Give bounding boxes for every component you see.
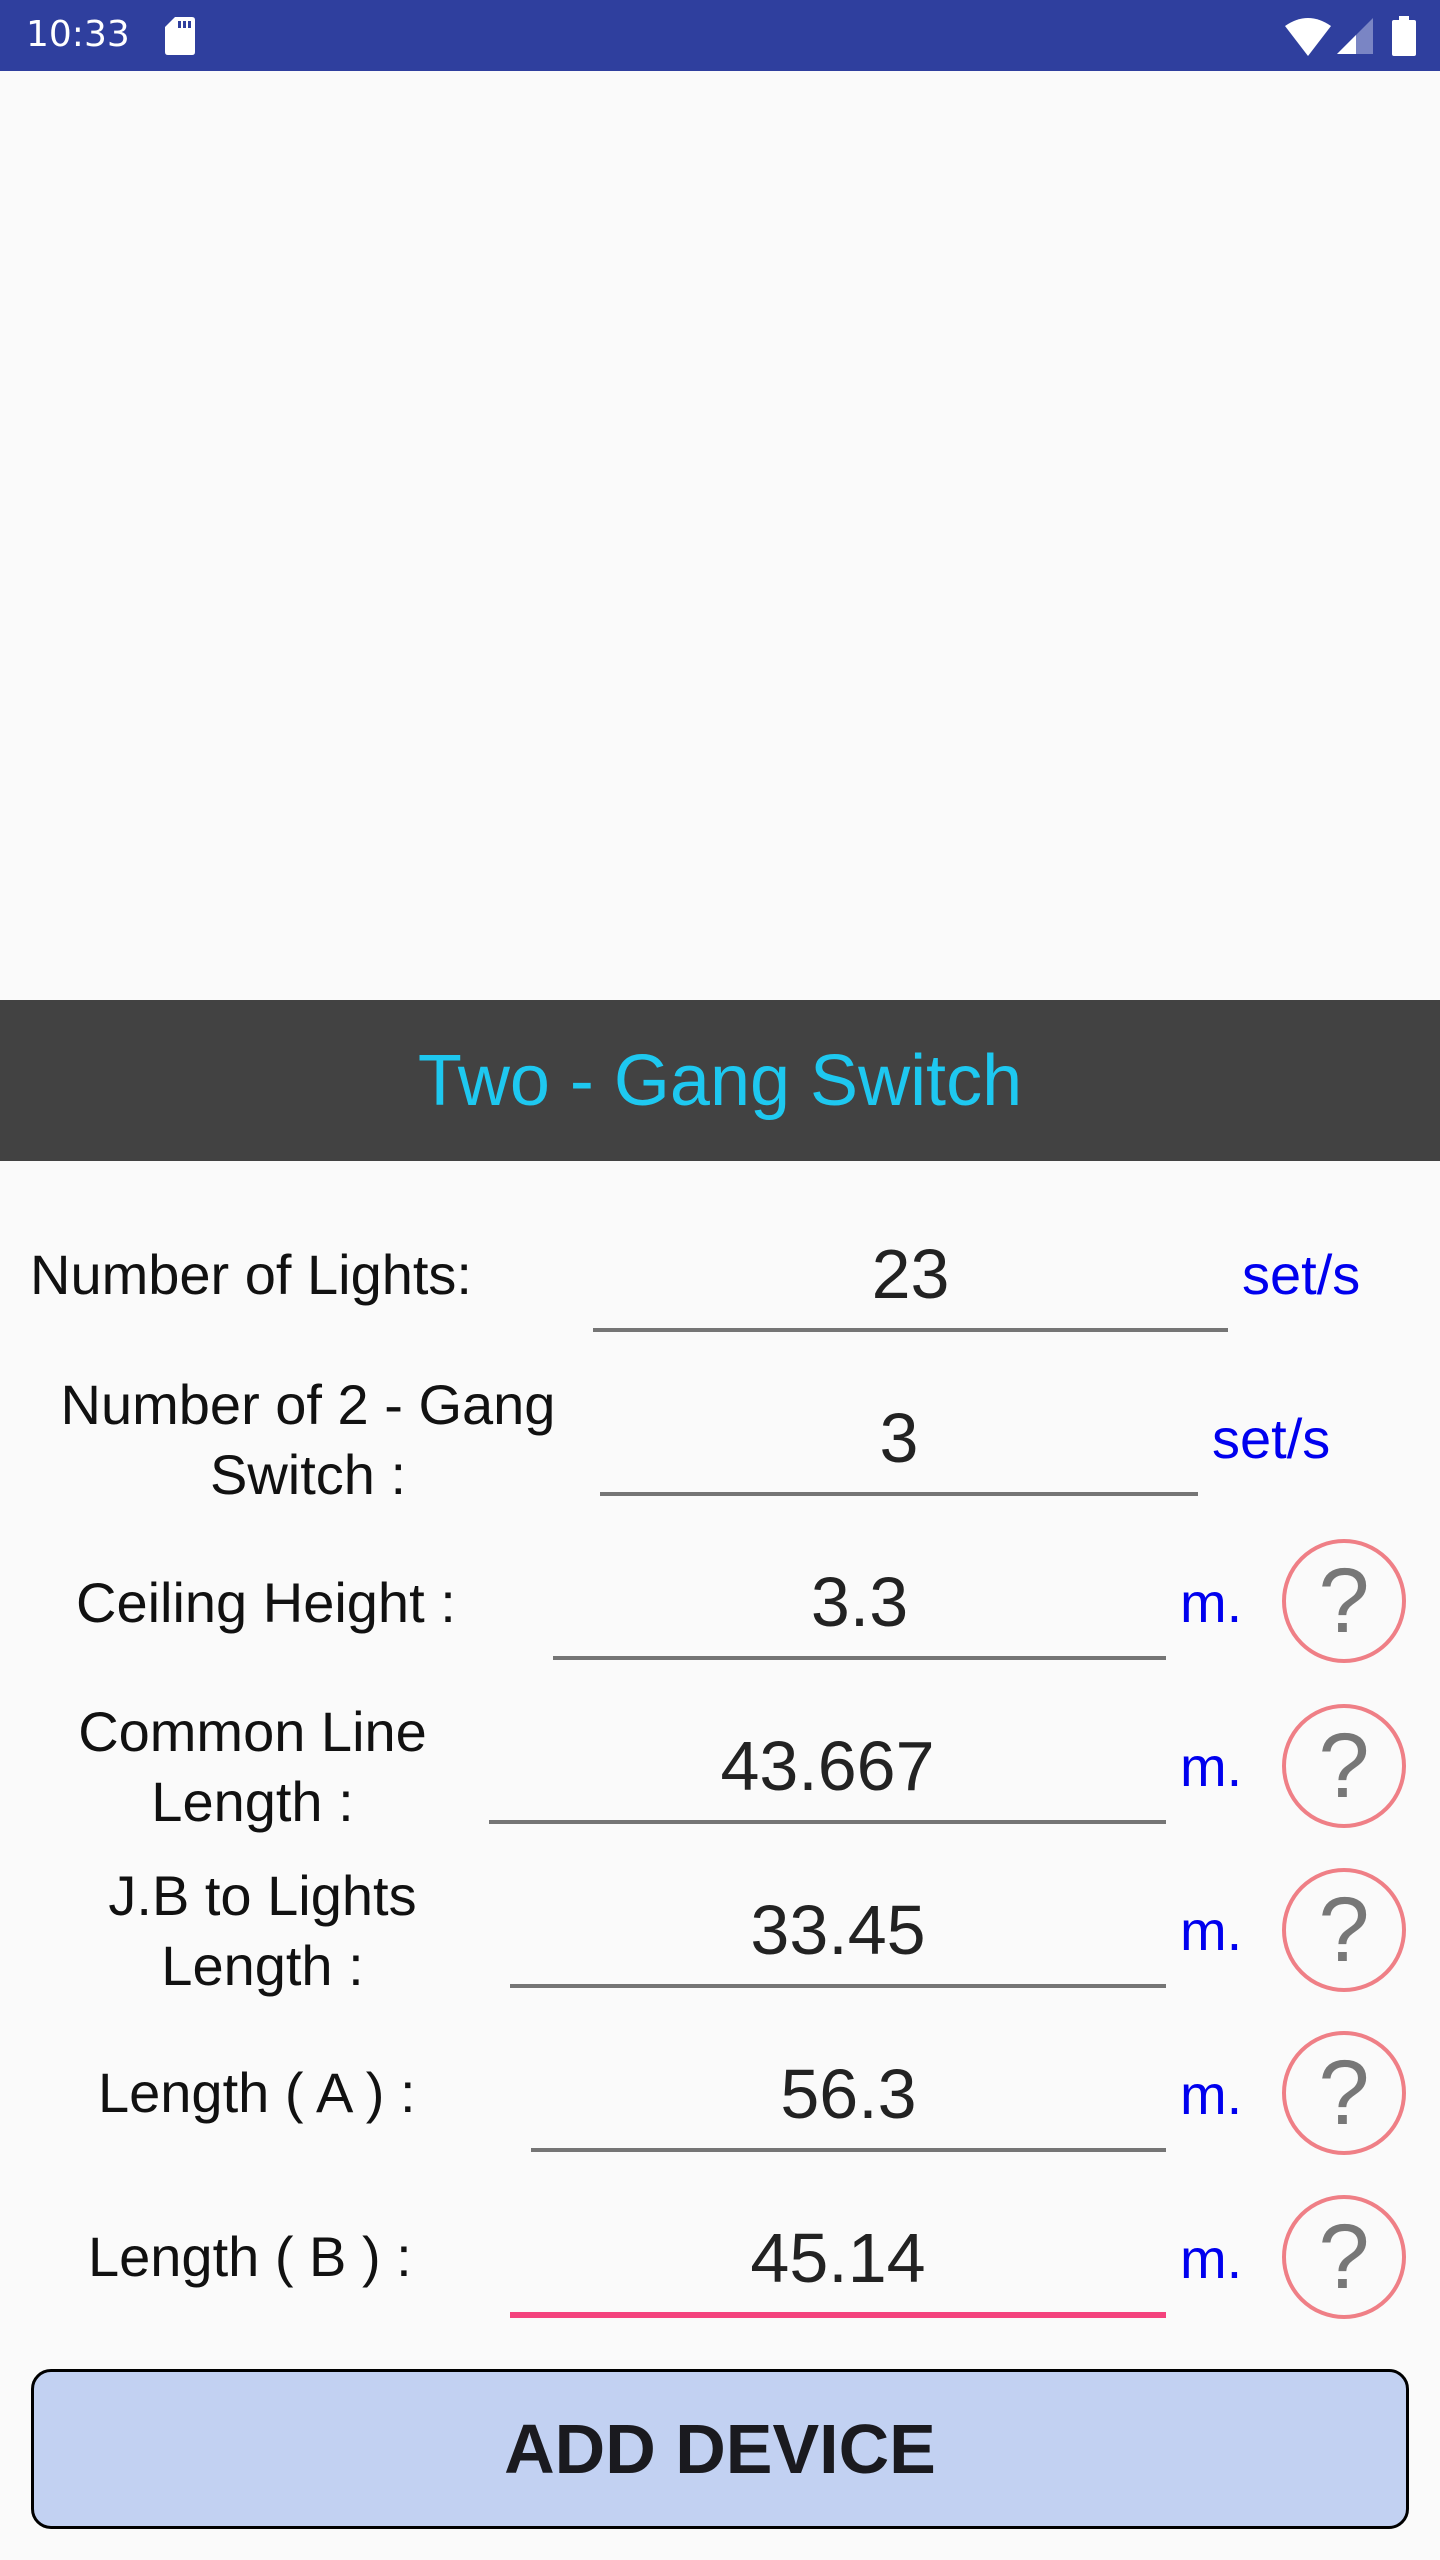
label-number-of-lights: Number of Lights: xyxy=(30,1240,472,1310)
unit-meters: m. xyxy=(1180,2063,1243,2126)
jb-to-lights-length-field[interactable] xyxy=(510,1876,1166,1988)
jb-to-lights-length-input[interactable] xyxy=(510,1890,1166,1970)
help-ceiling-height-button[interactable]: ? xyxy=(1282,1539,1406,1663)
label-text: Length ( B ) : xyxy=(88,2225,412,2288)
unit-meters: m. xyxy=(1180,1899,1243,1962)
add-device-label: ADD DEVICE xyxy=(504,2410,936,2488)
label-line-1: J.B to Lights xyxy=(108,1864,417,1927)
add-device-button[interactable]: ADD DEVICE xyxy=(31,2369,1409,2529)
battery-icon xyxy=(1392,16,1416,56)
label-number-of-2-gang-switch: Number of 2 - Gang Switch : xyxy=(48,1370,568,1510)
ceiling-height-field[interactable] xyxy=(553,1548,1166,1660)
label-text: Ceiling Height : xyxy=(76,1571,456,1634)
status-bar: 10:33 xyxy=(0,0,1440,71)
label-text: Number of Lights: xyxy=(30,1243,472,1306)
unit-meters: m. xyxy=(1180,1735,1243,1798)
blank-area xyxy=(0,71,1440,1000)
unit-sets: set/s xyxy=(1212,1407,1331,1470)
help-jb-to-lights-length-button[interactable]: ? xyxy=(1282,1868,1406,1992)
label-common-line-length: Common Line Length : xyxy=(30,1697,475,1837)
label-length-b: Length ( B ) : xyxy=(88,2222,412,2292)
unit-meters: m. xyxy=(1180,1571,1243,1634)
help-length-b-button[interactable]: ? xyxy=(1282,2195,1406,2319)
label-text: Length ( A ) : xyxy=(98,2061,416,2124)
label-line-2: Switch : xyxy=(209,1443,407,1506)
label-length-a: Length ( A ) : xyxy=(98,2058,416,2128)
length-b-input[interactable] xyxy=(510,2218,1166,2298)
ceiling-height-input[interactable] xyxy=(553,1562,1166,1642)
wifi-icon xyxy=(1285,18,1331,56)
label-line-1: Number of 2 - Gang xyxy=(60,1373,556,1436)
question-mark-icon: ? xyxy=(1318,1879,1370,1981)
help-common-line-length-button[interactable]: ? xyxy=(1282,1704,1406,1828)
label-line-2: Length : xyxy=(161,1934,364,1997)
label-line-1: Common Line xyxy=(78,1700,427,1763)
unit-sets: set/s xyxy=(1242,1243,1361,1306)
label-ceiling-height: Ceiling Height : xyxy=(76,1568,456,1638)
number-of-lights-field[interactable] xyxy=(593,1220,1228,1332)
status-time: 10:33 xyxy=(26,14,130,55)
question-mark-icon: ? xyxy=(1318,1715,1370,1817)
question-mark-icon: ? xyxy=(1318,1550,1370,1652)
help-length-a-button[interactable]: ? xyxy=(1282,2031,1406,2155)
cell-signal-icon xyxy=(1337,18,1373,54)
unit-meters: m. xyxy=(1180,2227,1243,2290)
title-bar: Two - Gang Switch xyxy=(0,1000,1440,1161)
question-mark-icon: ? xyxy=(1318,2042,1370,2144)
label-line-2: Length : xyxy=(151,1770,354,1833)
length-a-field[interactable] xyxy=(531,2040,1166,2152)
length-b-field[interactable] xyxy=(510,2204,1166,2318)
page-title: Two - Gang Switch xyxy=(417,1040,1023,1121)
question-mark-icon: ? xyxy=(1318,2206,1370,2308)
label-jb-to-lights-length: J.B to Lights Length : xyxy=(60,1861,465,2001)
number-of-switch-field[interactable] xyxy=(600,1384,1198,1496)
sd-card-icon xyxy=(165,17,195,55)
length-a-input[interactable] xyxy=(531,2054,1166,2134)
number-of-lights-input[interactable] xyxy=(593,1234,1228,1314)
common-line-length-field[interactable] xyxy=(489,1712,1166,1824)
number-of-switch-input[interactable] xyxy=(600,1398,1198,1478)
common-line-length-input[interactable] xyxy=(489,1726,1166,1806)
